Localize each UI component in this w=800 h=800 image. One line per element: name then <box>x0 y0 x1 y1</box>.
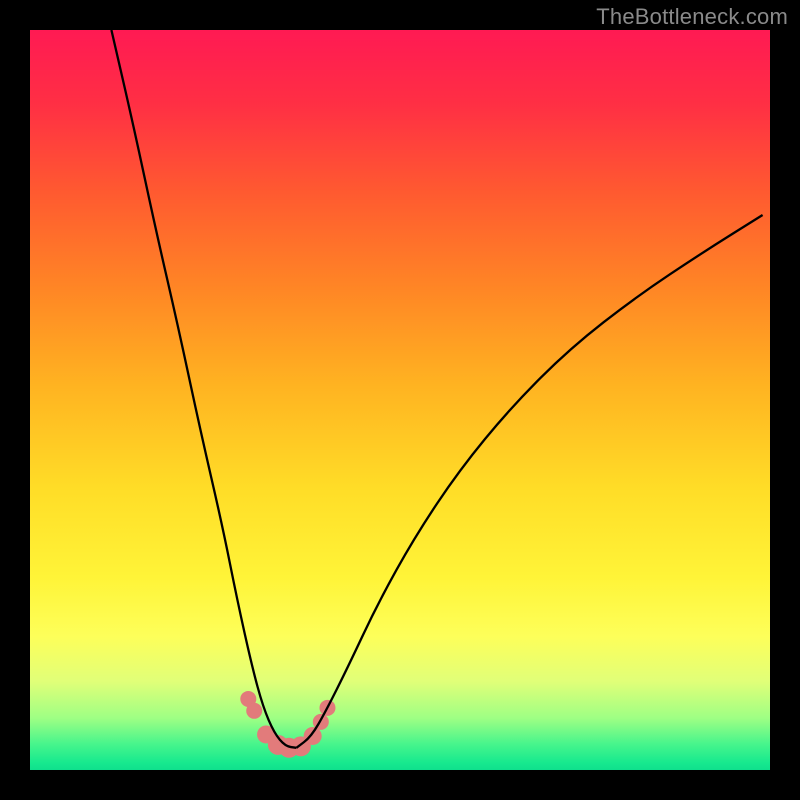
plot-svg <box>30 30 770 770</box>
plot-area <box>30 30 770 770</box>
trough-marker <box>246 703 262 719</box>
gradient-background <box>30 30 770 770</box>
outer-frame: TheBottleneck.com <box>0 0 800 800</box>
watermark-text: TheBottleneck.com <box>596 4 788 30</box>
